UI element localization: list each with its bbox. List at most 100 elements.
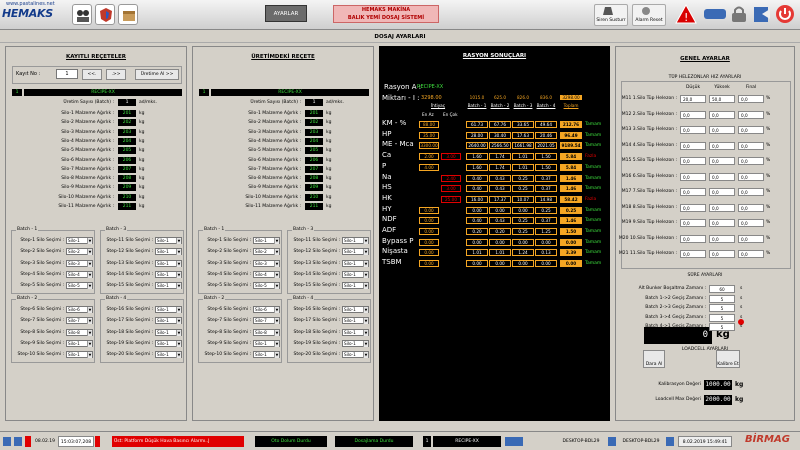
step-silo-select[interactable]: Silo-1 ▼ <box>342 270 369 278</box>
status-alarm-message[interactable]: Üst: Platform Düşük Hava Basıncı Alarmı.… <box>112 436 244 447</box>
auger-speed-value[interactable]: 0,0 <box>680 157 706 165</box>
calibration-value[interactable]: 1000.00 <box>704 380 732 390</box>
auger-speed-value[interactable]: 20,0 <box>680 95 706 103</box>
step-silo-select[interactable]: Silo-1 ▼ <box>66 339 93 347</box>
step-silo-select[interactable]: Silo-1 ▼ <box>155 328 182 336</box>
ration-min-value[interactable]: 0.00 <box>419 228 439 235</box>
silo-weight-value[interactable]: 203 <box>118 128 136 136</box>
time-setting-value[interactable]: 60 <box>709 285 735 293</box>
auger-speed-value[interactable]: 0,0 <box>680 188 706 196</box>
step-silo-select[interactable]: Silo-1 ▼ <box>342 339 369 347</box>
silo-weight-value[interactable]: 201 <box>118 110 136 117</box>
status-window-icon[interactable] <box>14 437 22 446</box>
silo-weight-value[interactable]: 204 <box>118 137 136 145</box>
alarm-reset-button[interactable]: Alarm Reset <box>632 4 666 26</box>
auger-speed-value[interactable]: 0,0 <box>709 219 735 227</box>
auger-speed-value[interactable]: 0,0 <box>738 219 764 227</box>
ration-min-value[interactable]: 0.00 <box>419 238 439 246</box>
step-silo-select[interactable]: Silo-1 ▼ <box>253 237 280 244</box>
auger-speed-value[interactable]: 0,0 <box>680 234 706 243</box>
time-setting-value[interactable]: 5 <box>709 304 735 313</box>
silo-weight-value[interactable]: 208 <box>118 175 136 183</box>
ration-max-value[interactable]: 3.00 <box>441 153 461 161</box>
production-count-value[interactable]: 1 <box>118 99 136 106</box>
kayit-no-input[interactable]: 1 <box>56 69 78 79</box>
step-silo-select[interactable]: Silo-1 ▼ <box>66 237 93 244</box>
step-silo-select[interactable]: Silo-1 ▼ <box>342 282 369 290</box>
status-list-icon[interactable] <box>3 437 11 446</box>
auger-speed-value[interactable]: 0,0 <box>680 250 706 258</box>
step-silo-select[interactable]: Silo-1 ▼ <box>342 248 369 256</box>
silo-weight-value[interactable]: 209 <box>118 184 136 192</box>
calibrate-button[interactable]: Kalibre Et <box>716 350 740 368</box>
silo-weight-value[interactable]: 205 <box>118 147 136 155</box>
auger-speed-value[interactable]: 0,0 <box>709 126 735 134</box>
step-silo-select[interactable]: Silo-3 ▼ <box>66 259 93 267</box>
power-icon[interactable] <box>775 4 796 27</box>
auger-speed-value[interactable]: 0,0 <box>738 95 764 103</box>
auger-speed-value[interactable]: 0,0 <box>709 188 735 196</box>
lock-icon[interactable] <box>729 5 749 25</box>
auger-speed-value[interactable]: 0,0 <box>738 110 764 119</box>
step-silo-select[interactable]: Silo-1 ▼ <box>342 328 369 336</box>
ration-min-value[interactable]: 4.00 <box>419 163 439 171</box>
auger-speed-value[interactable]: 0,0 <box>709 141 735 150</box>
auger-speed-value[interactable]: 0,0 <box>738 188 764 196</box>
auger-speed-value[interactable]: 0,0 <box>709 110 735 119</box>
step-silo-select[interactable]: Silo-1 ▼ <box>155 351 182 359</box>
ration-max-value[interactable]: 2.40 <box>441 174 461 182</box>
auger-speed-value[interactable]: 0,0 <box>709 234 735 243</box>
ration-min-value[interactable]: 0.00 <box>419 217 439 225</box>
step-silo-select[interactable]: Silo-8 ▼ <box>66 328 93 336</box>
silo-weight-value[interactable]: 206 <box>118 156 136 164</box>
auger-speed-value[interactable]: 0,0 <box>709 172 735 181</box>
step-silo-select[interactable]: Silo-5 ▼ <box>253 282 280 290</box>
step-silo-select[interactable]: Silo-1 ▼ <box>155 339 182 347</box>
step-silo-select[interactable]: Silo-1 ▼ <box>155 282 182 290</box>
box-icon[interactable] <box>118 4 138 25</box>
step-silo-select[interactable]: Silo-2 ▼ <box>66 248 93 256</box>
time-setting-value[interactable]: 5 <box>709 313 735 322</box>
auger-speed-value[interactable]: 0,0 <box>738 234 764 243</box>
step-silo-select[interactable]: Silo-1 ▼ <box>66 351 93 359</box>
auger-speed-value[interactable]: 0,0 <box>709 157 735 165</box>
step-silo-select[interactable]: Silo-6 ▼ <box>66 306 93 313</box>
siren-button[interactable]: Siren Susturr <box>594 4 628 26</box>
auger-speed-value[interactable]: 0,0 <box>709 250 735 258</box>
step-silo-select[interactable]: Silo-7 ▼ <box>253 317 280 325</box>
operators-icon[interactable] <box>72 4 92 25</box>
step-silo-select[interactable]: Silo-1 ▼ <box>342 259 369 267</box>
silo-weight-value[interactable]: 211 <box>118 203 136 210</box>
auger-speed-value[interactable]: 50,0 <box>709 95 735 103</box>
auger-speed-value[interactable]: 0,0 <box>738 126 764 134</box>
auger-speed-value[interactable]: 0,0 <box>680 219 706 227</box>
step-silo-select[interactable]: Silo-8 ▼ <box>253 328 280 336</box>
auger-speed-value[interactable]: 0,0 <box>680 203 706 212</box>
warning-icon[interactable]: ! <box>675 3 697 27</box>
auger-speed-value[interactable]: 0,0 <box>738 250 764 258</box>
ration-min-value[interactable]: 0.00 <box>419 249 439 257</box>
ration-min-value[interactable]: 88.00 <box>419 121 439 128</box>
ration-max-value[interactable]: 25.00 <box>441 195 461 203</box>
step-silo-select[interactable]: Silo-1 ▼ <box>155 270 182 278</box>
auger-speed-value[interactable]: 0,0 <box>680 141 706 150</box>
auger-speed-value[interactable]: 0,0 <box>738 141 764 150</box>
auger-speed-value[interactable]: 0,0 <box>738 157 764 165</box>
tare-button[interactable]: Dara Al <box>643 350 665 368</box>
shield-icon[interactable] <box>95 4 115 25</box>
next-record-button[interactable]: .>> <box>106 69 126 80</box>
step-silo-select[interactable]: Silo-1 ▼ <box>342 351 369 359</box>
step-silo-select[interactable]: Silo-1 ▼ <box>342 306 369 313</box>
step-silo-select[interactable]: Silo-1 ▼ <box>155 259 182 267</box>
step-silo-select[interactable]: Silo-6 ▼ <box>253 306 280 313</box>
keyboard-icon[interactable] <box>703 6 727 24</box>
step-silo-select[interactable]: Silo-1 ▼ <box>155 306 182 313</box>
ration-min-value[interactable]: 35.00 <box>419 131 439 139</box>
ration-min-value[interactable]: 0.00 <box>419 206 439 214</box>
auger-speed-value[interactable]: 0,0 <box>680 126 706 134</box>
step-silo-select[interactable]: Silo-3 ▼ <box>253 259 280 267</box>
step-silo-select[interactable]: Silo-1 ▼ <box>155 317 182 325</box>
step-silo-select[interactable]: Silo-1 ▼ <box>155 248 182 256</box>
transfer-to-production-button[interactable]: Üretime Al >> <box>135 69 179 80</box>
time-setting-value[interactable]: 5 <box>709 294 735 303</box>
